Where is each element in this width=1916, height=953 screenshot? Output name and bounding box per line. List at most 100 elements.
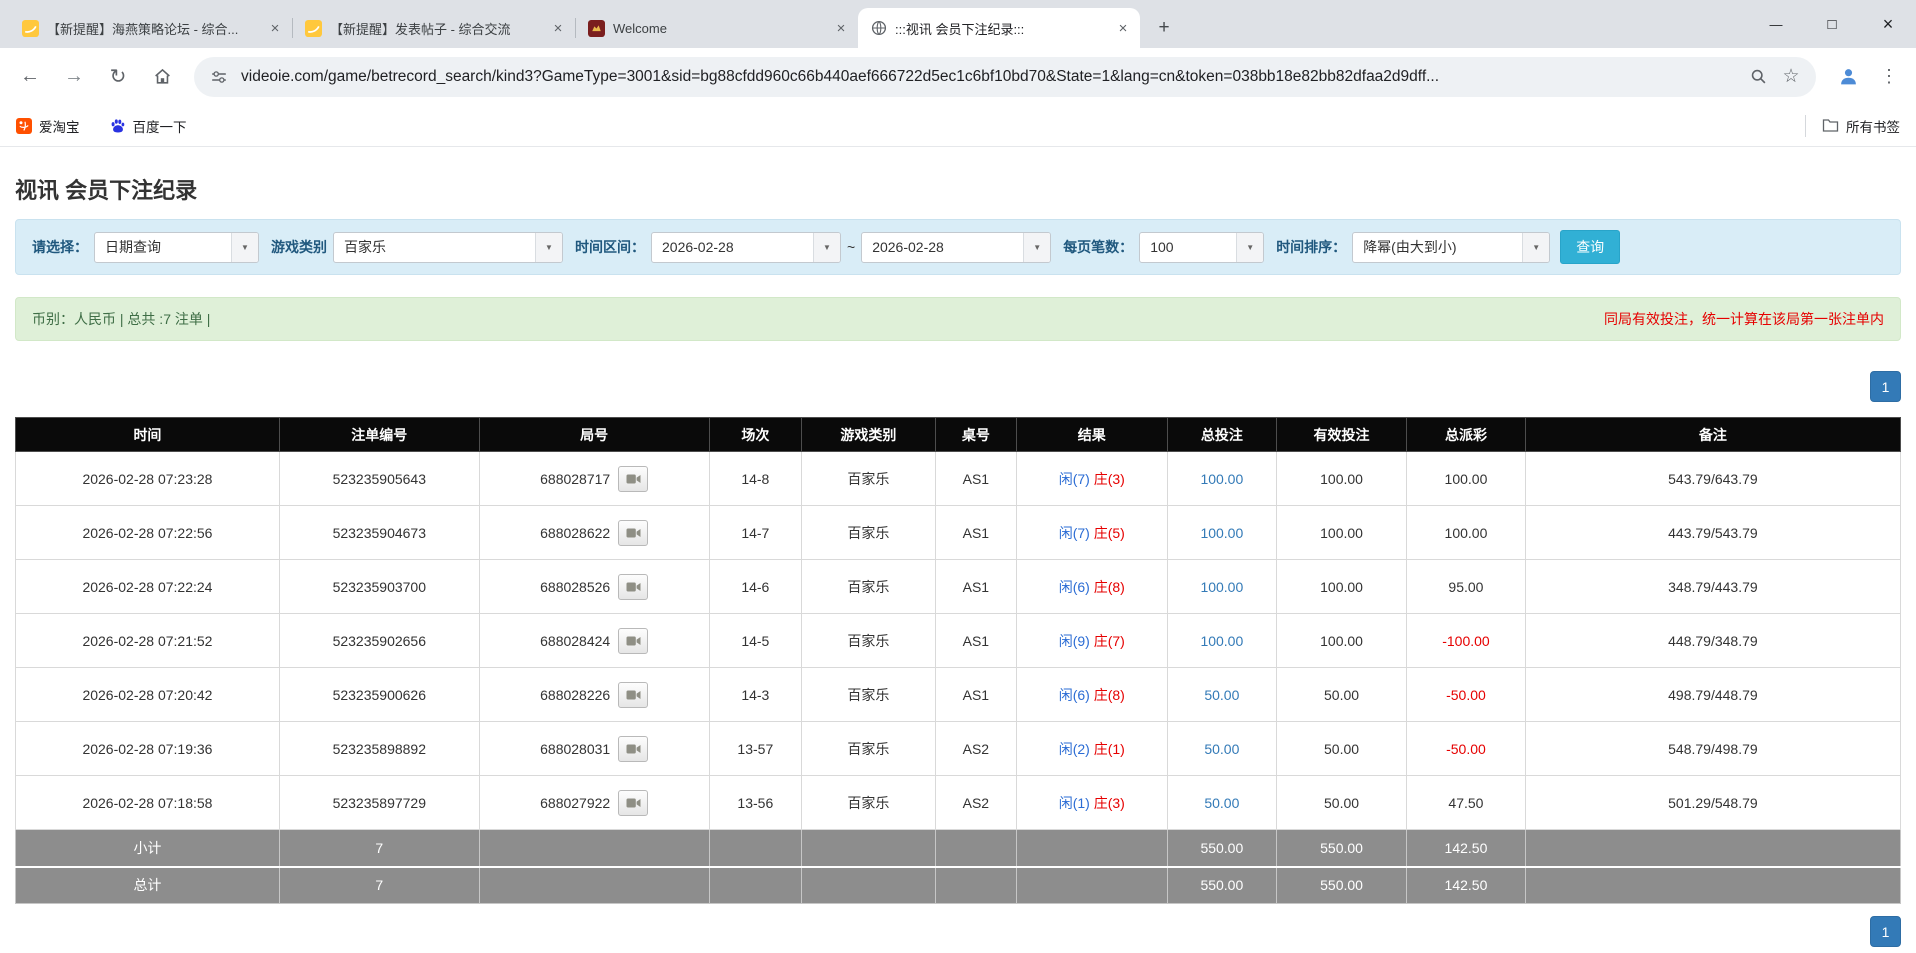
- date-from-select[interactable]: 2026-02-28 ▼: [651, 232, 841, 263]
- date-to-select[interactable]: 2026-02-28 ▼: [861, 232, 1051, 263]
- close-window-button[interactable]: ×: [1860, 0, 1916, 48]
- query-type-select[interactable]: 日期查询 ▼: [94, 232, 259, 263]
- empty-cell: [802, 867, 936, 904]
- empty-cell: [935, 830, 1016, 867]
- cell-game-type: 百家乐: [802, 722, 936, 776]
- chevron-down-icon[interactable]: ▼: [1023, 233, 1050, 262]
- result-player: 闲(6): [1059, 687, 1090, 703]
- refresh-button[interactable]: ↻: [98, 57, 138, 97]
- total-bet-link[interactable]: 100.00: [1200, 471, 1243, 487]
- page-content: 视讯 会员下注纪录 请选择： 日期查询 ▼ 游戏类别 百家乐 ▼ 时间区间： 2…: [0, 173, 1916, 947]
- cell-result: 闲(1) 庄(3): [1016, 776, 1167, 830]
- bookmark-taobao[interactable]: 爱淘宝: [16, 116, 80, 136]
- page-size-value: 100: [1140, 233, 1236, 262]
- total-bet-link[interactable]: 50.00: [1204, 741, 1239, 757]
- cell-session: 14-8: [709, 452, 801, 506]
- video-replay-button[interactable]: [618, 574, 648, 600]
- cell-valid-bet: 50.00: [1277, 776, 1407, 830]
- close-tab-icon[interactable]: ×: [549, 19, 567, 37]
- page-1-button[interactable]: 1: [1870, 916, 1901, 947]
- browser-window: 【新提醒】海燕策略论坛 - 综合... × 【新提醒】发表帖子 - 综合交流 ×…: [0, 0, 1916, 947]
- query-button[interactable]: 查询: [1560, 230, 1620, 264]
- cell-game-type: 百家乐: [802, 776, 936, 830]
- bookmark-baidu[interactable]: 百度一下: [110, 116, 187, 136]
- cell-round-id: 688028424: [479, 614, 709, 668]
- maximize-button[interactable]: □: [1804, 0, 1860, 48]
- tab-welcome[interactable]: Welcome ×: [576, 8, 858, 48]
- chevron-down-icon[interactable]: ▼: [535, 233, 562, 262]
- cell-valid-bet: 100.00: [1277, 452, 1407, 506]
- cell-time: 2026-02-28 07:21:52: [16, 614, 280, 668]
- menu-icon[interactable]: ⋮: [1872, 57, 1906, 97]
- bookmark-star-icon[interactable]: ☆: [1780, 66, 1802, 88]
- back-button[interactable]: ←: [10, 57, 50, 97]
- round-id-text: 688028031: [540, 741, 610, 757]
- cell-session: 14-6: [709, 560, 801, 614]
- new-tab-button[interactable]: +: [1150, 14, 1178, 42]
- subtotal-count: 7: [279, 830, 479, 867]
- tab-bet-records[interactable]: :::视讯 会员下注纪录::: ×: [858, 8, 1140, 48]
- taobao-icon: [16, 118, 32, 134]
- browser-toolbar: ← → ↻ videoie.com/game/betrecord_search/…: [0, 48, 1916, 105]
- close-tab-icon[interactable]: ×: [832, 19, 850, 37]
- total-bet-link[interactable]: 100.00: [1200, 633, 1243, 649]
- forward-button[interactable]: →: [54, 57, 94, 97]
- total-bet-link[interactable]: 100.00: [1200, 579, 1243, 595]
- page-1-button[interactable]: 1: [1870, 371, 1901, 402]
- chevron-down-icon[interactable]: ▼: [1522, 233, 1549, 262]
- close-tab-icon[interactable]: ×: [266, 19, 284, 37]
- page-size-select[interactable]: 100 ▼: [1139, 232, 1264, 263]
- total-bet-link[interactable]: 100.00: [1200, 525, 1243, 541]
- table-row: 2026-02-28 07:23:28 523235905643 6880287…: [16, 452, 1901, 506]
- cell-payout: 100.00: [1407, 506, 1526, 560]
- table-row: 2026-02-28 07:22:24 523235903700 6880285…: [16, 560, 1901, 614]
- video-replay-button[interactable]: [618, 790, 648, 816]
- video-replay-button[interactable]: [618, 736, 648, 762]
- tab-forum-1[interactable]: 【新提醒】海燕策略论坛 - 综合... ×: [10, 8, 292, 48]
- all-bookmarks[interactable]: 所有书签: [1822, 116, 1900, 136]
- result-banker: 庄(3): [1094, 471, 1125, 487]
- subtotal-total-bet: 550.00: [1167, 830, 1276, 867]
- tab-forum-2[interactable]: 【新提醒】发表帖子 - 综合交流 ×: [293, 8, 575, 48]
- chevron-down-icon[interactable]: ▼: [1236, 233, 1263, 262]
- search-icon[interactable]: [1747, 66, 1769, 88]
- bookmark-label: 爱淘宝: [39, 116, 80, 136]
- pagination-bottom: 1: [15, 916, 1901, 947]
- game-type-select[interactable]: 百家乐 ▼: [333, 232, 563, 263]
- cell-session: 13-57: [709, 722, 801, 776]
- video-replay-button[interactable]: [618, 520, 648, 546]
- site-info-icon[interactable]: [208, 66, 230, 88]
- column-header: 场次: [709, 418, 801, 452]
- table-header-row: 时间注单编号局号场次游戏类别桌号结果总投注有效投注总派彩备注: [16, 418, 1901, 452]
- cell-valid-bet: 100.00: [1277, 560, 1407, 614]
- window-controls: — □ ×: [1748, 0, 1916, 48]
- cell-table-no: AS1: [935, 452, 1016, 506]
- subtotal-row: 小计 7 550.00 550.00 142.50: [16, 830, 1901, 867]
- minimize-button[interactable]: —: [1748, 0, 1804, 48]
- close-tab-icon[interactable]: ×: [1114, 19, 1132, 37]
- profile-icon[interactable]: [1828, 57, 1868, 97]
- video-replay-button[interactable]: [618, 466, 648, 492]
- select-label: 请选择：: [32, 237, 88, 257]
- cell-total-bet: 100.00: [1167, 560, 1276, 614]
- cell-session: 14-7: [709, 506, 801, 560]
- summary-notice: 同局有效投注，统一计算在该局第一张注单内: [1604, 309, 1884, 329]
- total-payout: 142.50: [1407, 867, 1526, 904]
- total-bet-link[interactable]: 50.00: [1204, 687, 1239, 703]
- home-button[interactable]: [142, 57, 182, 97]
- sort-select[interactable]: 降幂(由大到小) ▼: [1352, 232, 1550, 263]
- video-replay-button[interactable]: [618, 682, 648, 708]
- video-replay-button[interactable]: [618, 628, 648, 654]
- total-row: 总计 7 550.00 550.00 142.50: [16, 867, 1901, 904]
- tab-divider: [575, 18, 576, 38]
- total-bet-link[interactable]: 50.00: [1204, 795, 1239, 811]
- address-bar[interactable]: videoie.com/game/betrecord_search/kind3?…: [194, 57, 1816, 97]
- cell-session: 14-3: [709, 668, 801, 722]
- bookmarks-divider: [1805, 115, 1806, 137]
- cell-total-bet: 100.00: [1167, 506, 1276, 560]
- cell-note: 448.79/348.79: [1525, 614, 1900, 668]
- chevron-down-icon[interactable]: ▼: [813, 233, 840, 262]
- chevron-down-icon[interactable]: ▼: [231, 233, 258, 262]
- globe-icon: [870, 20, 887, 37]
- cell-table-no: AS2: [935, 776, 1016, 830]
